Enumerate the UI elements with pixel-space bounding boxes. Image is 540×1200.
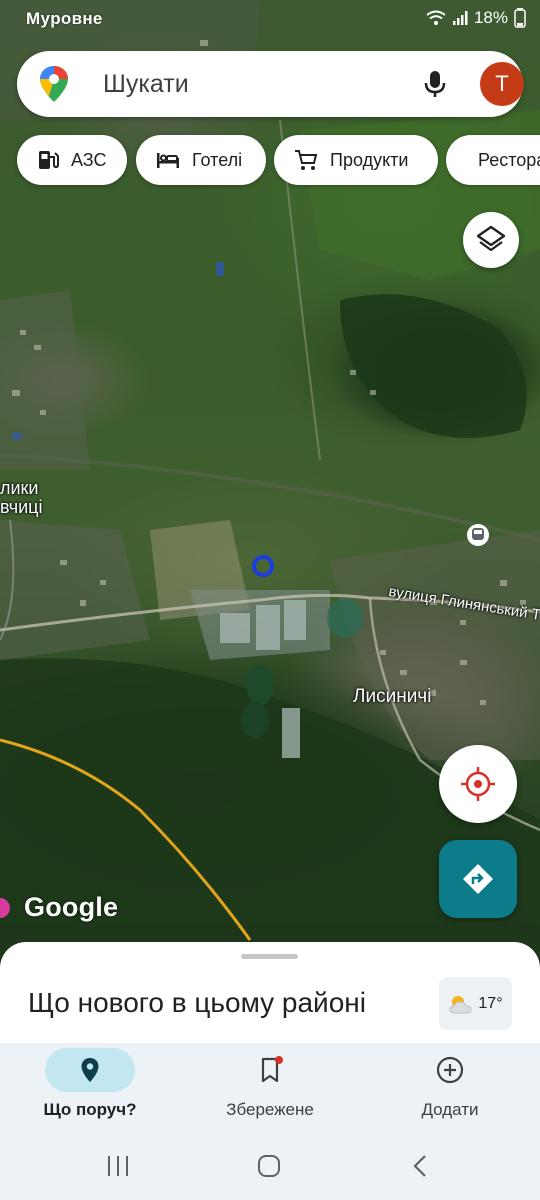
my-location-button[interactable] (439, 745, 517, 823)
weather-temperature: 17° (478, 994, 503, 1012)
nav-explore[interactable]: Що поруч? (0, 1043, 180, 1135)
signal-icon (452, 11, 468, 25)
directions-icon (463, 864, 493, 894)
back-icon[interactable] (410, 1154, 430, 1178)
chip-gas-stations[interactable]: АЗС (17, 135, 127, 185)
weather-badge[interactable]: 17° (439, 977, 512, 1030)
current-location-dot (252, 555, 274, 577)
bookmark-icon (261, 1056, 283, 1083)
chip-label: АЗС (71, 149, 107, 170)
gas-station-icon (39, 151, 59, 169)
chip-label: Готелі (192, 149, 243, 170)
recent-apps-icon[interactable] (106, 1155, 130, 1177)
google-logo: Google (24, 892, 119, 922)
nav-saved[interactable]: Збережене (180, 1043, 360, 1135)
nav-contribute[interactable]: Додати (360, 1043, 540, 1135)
chip-label: Ресторани (478, 149, 540, 170)
chip-groceries[interactable]: Продукти (274, 135, 438, 185)
battery-icon (514, 8, 526, 28)
layers-icon (476, 225, 506, 252)
system-navigation-bar (0, 1135, 540, 1200)
chip-hotels[interactable]: Готелі (136, 135, 266, 185)
wifi-icon (426, 10, 446, 25)
partly-cloudy-icon (449, 995, 472, 1013)
cart-icon (295, 150, 318, 170)
nav-label: Додати (421, 1100, 479, 1119)
sheet-drag-handle[interactable] (241, 954, 298, 959)
nav-label: Що поруч? (43, 1100, 137, 1119)
add-circle-icon (436, 1056, 464, 1084)
map-label-village-left-2: вчиці (0, 497, 43, 517)
nav-label: Збережене (226, 1100, 314, 1119)
home-icon[interactable] (257, 1154, 281, 1178)
sheet-title: Що нового в цьому районі (28, 987, 366, 1018)
train-station-icon (467, 524, 489, 546)
microphone-icon[interactable] (419, 68, 451, 100)
chip-label: Продукти (330, 149, 409, 170)
location-pin-icon (81, 1058, 99, 1082)
layers-button[interactable] (463, 212, 519, 268)
directions-button[interactable] (439, 840, 517, 918)
bottom-navigation: Що поруч? Збережене Додати (0, 1043, 540, 1135)
status-bar: Mypoвне 18% (0, 0, 540, 38)
chip-restaurants[interactable]: Ресторани (446, 135, 540, 185)
bed-icon (157, 153, 179, 168)
search-bar[interactable]: Шукати T (17, 51, 524, 117)
map-label-village: Лисиничі (353, 686, 432, 707)
map-label-village-left-1: лики (0, 478, 39, 498)
search-input[interactable]: Шукати (103, 70, 189, 99)
account-avatar[interactable]: T (480, 62, 524, 106)
battery-percent: 18% (473, 8, 508, 27)
google-maps-pin-icon (40, 66, 68, 102)
status-carrier: Mypoвне (26, 9, 103, 28)
crosshair-location-icon (461, 767, 495, 801)
